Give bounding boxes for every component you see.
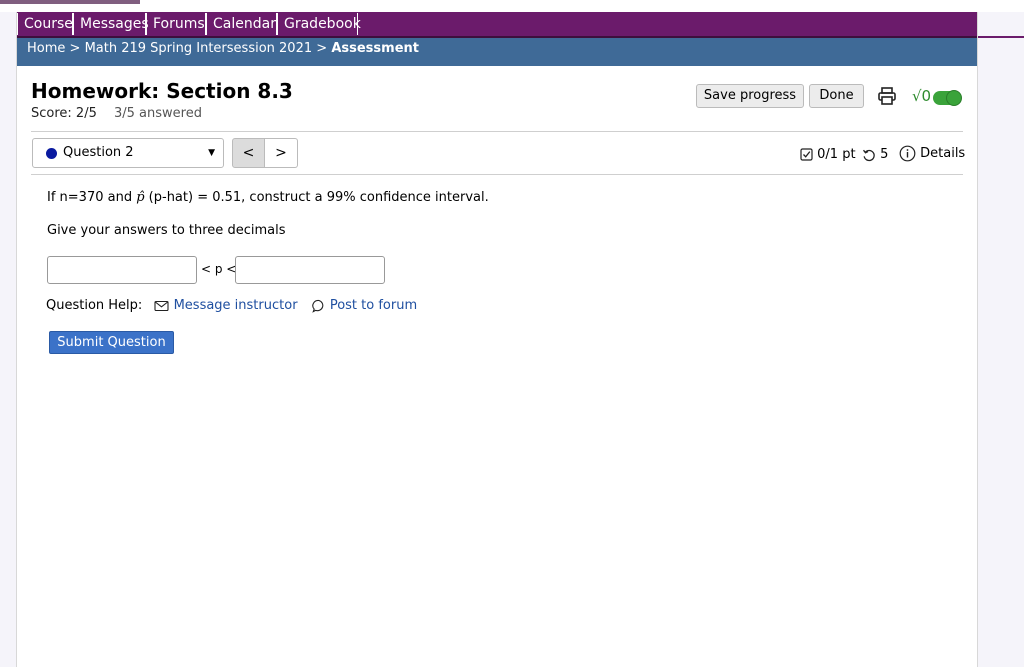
question-text-part2: (p-hat) = 0.51, construct a 99% confiden… <box>144 190 489 205</box>
details-button[interactable]: Details <box>899 145 965 162</box>
points-text: 0/1 pt <box>817 147 856 162</box>
question-text: If n=370 and p̂ (p-hat) = 0.51, construc… <box>47 190 489 205</box>
question-instruction: Give your answers to three decimals <box>47 223 286 238</box>
points-indicator: 0/1 pt <box>800 147 856 162</box>
question-status-dot <box>46 148 57 159</box>
save-progress-button[interactable]: Save progress <box>696 84 804 108</box>
top-fragment <box>0 0 140 4</box>
upper-bound-input[interactable] <box>235 256 385 284</box>
message-instructor-label: Message instructor <box>173 298 298 313</box>
breadcrumb-current: Assessment <box>331 41 419 56</box>
question-text-part1: If n=370 and <box>47 190 137 205</box>
breadcrumb: Home > Math 219 Spring Intersession 2021… <box>17 38 977 66</box>
details-label: Details <box>920 146 966 161</box>
submit-question-button[interactable]: Submit Question <box>49 331 174 354</box>
nav-calendar[interactable]: Calendar <box>206 13 277 35</box>
breadcrumb-separator: > <box>69 41 81 56</box>
phat-symbol: p̂ <box>136 190 145 205</box>
header-rule <box>976 36 1024 38</box>
retry-icon <box>862 149 875 161</box>
top-strip <box>0 0 1024 12</box>
main-container: Course Messages Forums Calendar Gradeboo… <box>16 12 978 667</box>
next-question-button[interactable]: > <box>265 138 298 168</box>
message-instructor-link[interactable]: Message instructor <box>154 298 301 313</box>
question-help: Question Help: Message instructor Post t… <box>46 298 417 313</box>
toggle-knob <box>946 90 962 106</box>
post-to-forum-link[interactable]: Post to forum <box>311 298 418 313</box>
previous-question-button[interactable]: < <box>232 138 265 168</box>
done-button[interactable]: Done <box>809 84 864 108</box>
divider <box>31 131 963 132</box>
score-text: Score: 2/5 <box>31 106 97 121</box>
chevron-down-icon: ▼ <box>208 148 215 158</box>
attempts-text: 5 <box>880 147 889 162</box>
info-icon <box>899 145 916 162</box>
page-title: Homework: Section 8.3 <box>31 79 293 103</box>
nav-gradebook[interactable]: Gradebook <box>277 13 361 35</box>
inequality-text: < p < <box>201 262 237 276</box>
divider <box>31 174 963 175</box>
breadcrumb-course[interactable]: Math 219 Spring Intersession 2021 <box>85 41 313 56</box>
chat-icon <box>311 299 323 313</box>
nav-course[interactable]: Course <box>17 13 73 35</box>
checkbox-icon <box>800 148 813 161</box>
nav-messages[interactable]: Messages <box>73 13 149 35</box>
question-select-label: Question 2 <box>63 145 134 160</box>
question-select[interactable]: Question 2 ▼ <box>32 138 224 168</box>
math-entry-icon: √0 <box>912 87 932 105</box>
course-navbar: Course Messages Forums Calendar Gradeboo… <box>17 12 977 38</box>
attempts-indicator: 5 <box>862 147 888 162</box>
answered-text: 3/5 answered <box>114 106 202 121</box>
mail-icon <box>154 300 169 311</box>
breadcrumb-home[interactable]: Home <box>27 41 65 56</box>
toggle-icon[interactable] <box>933 90 962 106</box>
print-icon[interactable] <box>877 86 897 106</box>
breadcrumb-separator: > <box>316 41 328 56</box>
question-help-label: Question Help: <box>46 298 143 313</box>
post-to-forum-label: Post to forum <box>329 298 418 313</box>
nav-forums[interactable]: Forums <box>146 13 206 35</box>
lower-bound-input[interactable] <box>47 256 197 284</box>
